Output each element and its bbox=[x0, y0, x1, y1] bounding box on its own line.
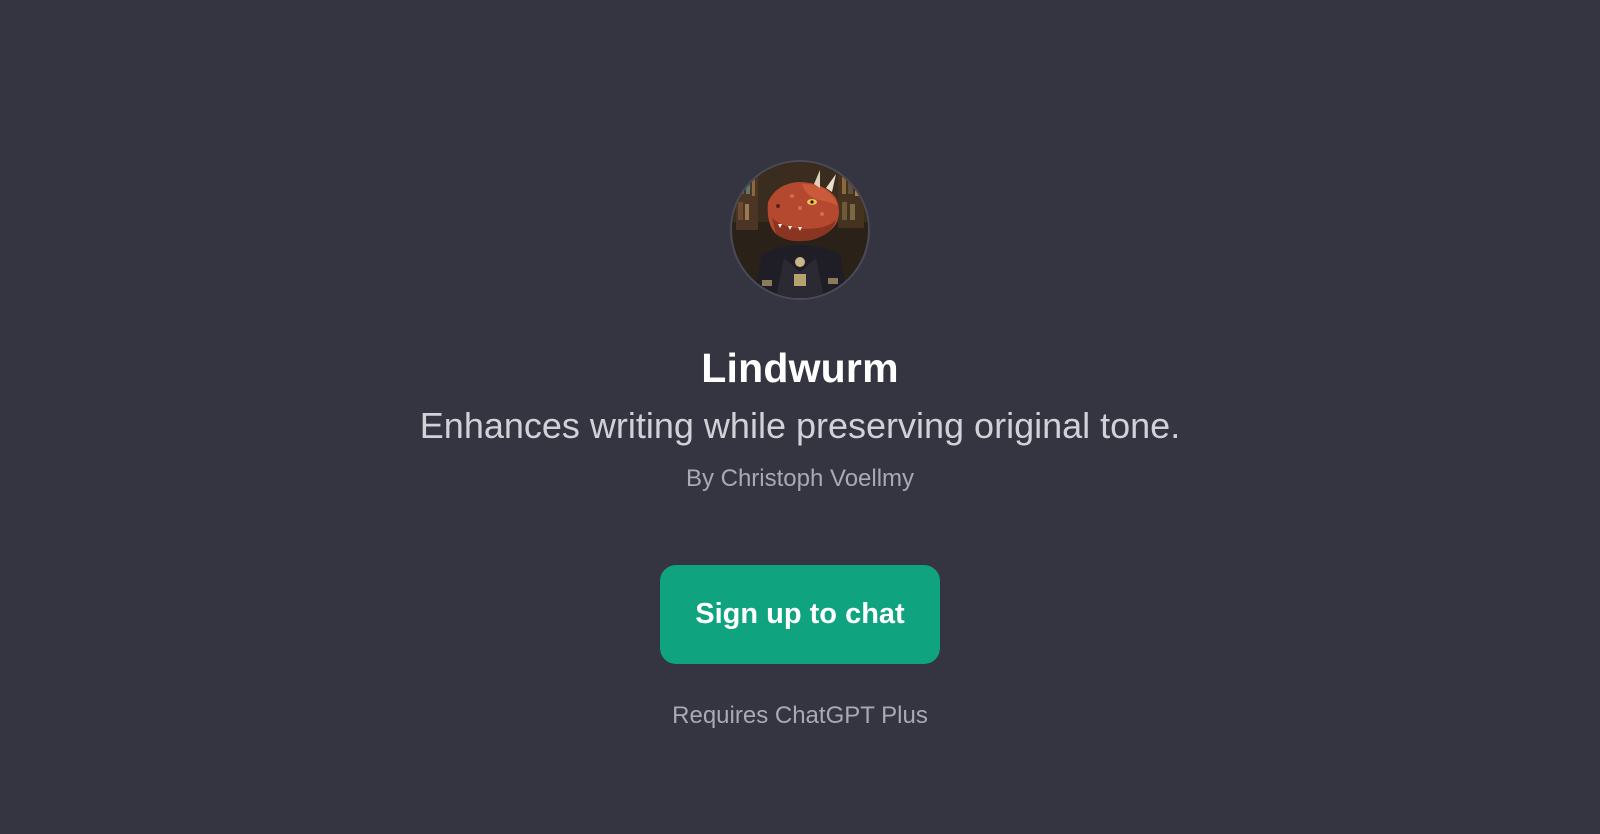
gpt-avatar bbox=[732, 162, 868, 298]
requires-plus-note: Requires ChatGPT Plus bbox=[672, 702, 928, 729]
gpt-landing-page: Lindwurm Enhances writing while preservi… bbox=[0, 0, 1600, 834]
dragon-portrait-icon bbox=[732, 162, 868, 298]
gpt-author: By Christoph Voellmy bbox=[685, 465, 915, 492]
gpt-title: Lindwurm bbox=[701, 345, 899, 391]
sign-up-to-chat-button[interactable]: Sign up to chat bbox=[660, 565, 940, 664]
gpt-description: Enhances writing while preserving origin… bbox=[419, 405, 1181, 446]
